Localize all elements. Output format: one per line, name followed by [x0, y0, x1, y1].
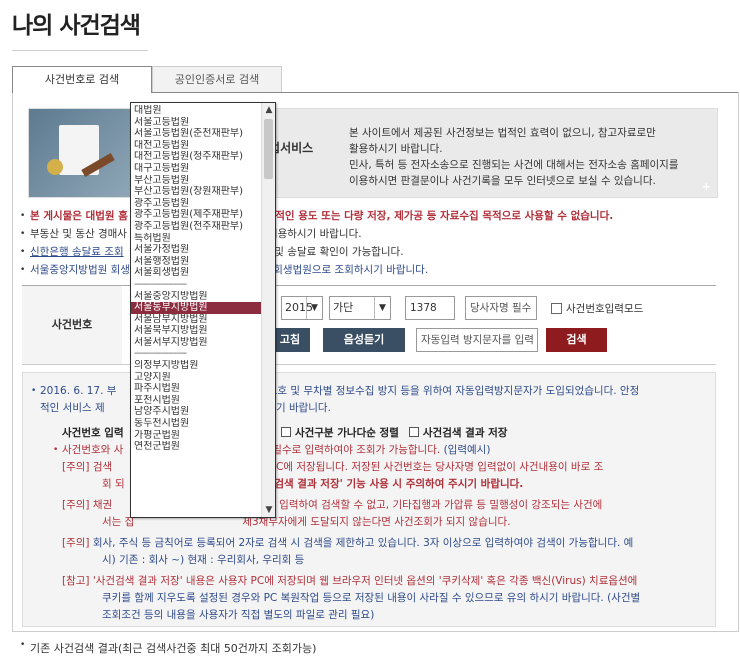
notice-item: 서울중앙지방법원 회생서울회생법원으로 조회하시기 바랍니다. [20, 261, 720, 279]
court-option[interactable]: 서울남부지방법원 [131, 314, 261, 326]
court-option[interactable]: 특허법원 [131, 233, 261, 245]
court-option[interactable]: 광주고등법원(전주재판부) [131, 221, 261, 233]
seal-icon [47, 159, 63, 175]
shinhan-link[interactable]: 신한은행 송달료 조회 [30, 246, 124, 258]
save-result-checkbox[interactable] [408, 427, 419, 437]
chevron-down-icon: ▼ [306, 297, 322, 319]
court-option[interactable]: 서울북부지방법원 [131, 325, 261, 337]
case-mode-checkbox[interactable]: 사건번호입력모드 [551, 301, 643, 316]
refresh-image-button[interactable]: 고침 [270, 328, 310, 352]
page-title: 나의 사건검색 [12, 13, 141, 39]
banner-image [29, 109, 133, 197]
court-dropdown[interactable]: 대법원 서울고등법원 서울고등법원(춘천재판부) 대전고등법원 대전고등법원(청주재판부… [130, 102, 276, 518]
court-option[interactable]: 가평군법원 [131, 430, 261, 442]
court-option-list: 대법원 서울고등법원 서울고등법원(춘천재판부) 대전고등법원 대전고등법원(청주재판부… [131, 105, 261, 453]
year-select[interactable]: 2015 ▼ [281, 296, 323, 320]
scroll-thumb[interactable] [264, 119, 273, 179]
case-type-select[interactable]: 가단 ▼ [329, 296, 391, 320]
notice-item: 부동산 및 동산 경매사를 이용하시기 바랍니다. [20, 225, 720, 243]
audio-button[interactable]: 음성듣기 [323, 328, 405, 352]
scroll-up-icon[interactable]: ▲ [262, 103, 275, 117]
court-option[interactable]: 고양지원 [131, 372, 261, 384]
court-option[interactable]: 광주고등법원 [131, 198, 261, 210]
dropdown-scrollbar[interactable]: ▲ ▼ [261, 103, 275, 517]
court-option[interactable]: 대구고등법원 [131, 163, 261, 175]
court-option[interactable]: 부산고등법원(창원재판부) [131, 186, 261, 198]
court-option[interactable]: 서울행정법원 [131, 256, 261, 268]
case-number-input[interactable]: 1378 [405, 296, 455, 320]
court-option[interactable]: 의정부지방법원 [131, 360, 261, 372]
court-option[interactable]: 남양주시법원 [131, 406, 261, 418]
court-option[interactable]: 서울서부지방법원 [131, 337, 261, 349]
captcha-input[interactable]: 자동입력 방지문자를 입력 [416, 328, 538, 352]
court-option[interactable]: 서울동부지방법원 [131, 302, 261, 314]
court-option[interactable]: 대법원 [131, 105, 261, 117]
court-option[interactable]: 서울회생법원 [131, 267, 261, 279]
court-option[interactable]: 서울고등법원(춘천재판부) [131, 128, 261, 140]
search-tabs: 사건번호로 검색 공인인증서로 검색 [12, 66, 738, 93]
title-divider [12, 50, 148, 51]
chevron-down-icon: ▼ [374, 297, 390, 319]
scroll-down-icon[interactable]: ▼ [262, 503, 275, 517]
court-option[interactable]: 포천시법원 [131, 395, 261, 407]
court-option[interactable]: 서울중앙지방법원 [131, 291, 261, 303]
court-option[interactable]: 부산고등법원 [131, 175, 261, 187]
court-option[interactable]: 서울가정법원 [131, 244, 261, 256]
court-option[interactable]: 대전고등법원 [131, 140, 261, 152]
notice-item: 신한은행 송달료 조회번호 및 송달료 확인이 가능합니다. [20, 243, 720, 261]
tab-certificate[interactable]: 공인인증서로 검색 [152, 66, 282, 93]
court-option[interactable]: 광주고등법원(제주재판부) [131, 209, 261, 221]
banner-description: 본 사이트에서 제공된 사건정보는 법적인 효력이 없으니, 참고자료로만 활용… [349, 127, 679, 187]
notice-item: 본 게시물은 대법원 홈상업적인 용도 또는 다량 저장, 제가공 등 자료수집… [20, 207, 720, 225]
court-option[interactable]: 대전고등법원(청주재판부) [131, 151, 261, 163]
sort-checkbox[interactable] [280, 427, 291, 437]
notice-list: 본 게시물은 대법원 홈상업적인 용도 또는 다량 저장, 제가공 등 자료수집… [20, 207, 720, 279]
case-number-label: 사건번호 [22, 286, 122, 364]
recent-search-note[interactable]: 기존 사건검색 결과(최근 검색사건중 최대 50건까지 조회가능) [20, 640, 316, 656]
court-option[interactable]: 연천군법원 [131, 441, 261, 453]
tab-case-number[interactable]: 사건번호로 검색 [12, 66, 152, 93]
court-option[interactable]: -------------------- [131, 279, 261, 291]
court-option[interactable]: -------------------- [131, 348, 261, 360]
court-option[interactable]: 파주시법원 [131, 383, 261, 395]
court-option[interactable]: 서울고등법원 [131, 117, 261, 129]
court-option[interactable]: 동두천시법원 [131, 418, 261, 430]
plus-icon[interactable]: + [702, 180, 711, 193]
party-name-input[interactable]: 당사자명 필수 [465, 296, 537, 320]
search-button[interactable]: 검색 [546, 328, 607, 352]
